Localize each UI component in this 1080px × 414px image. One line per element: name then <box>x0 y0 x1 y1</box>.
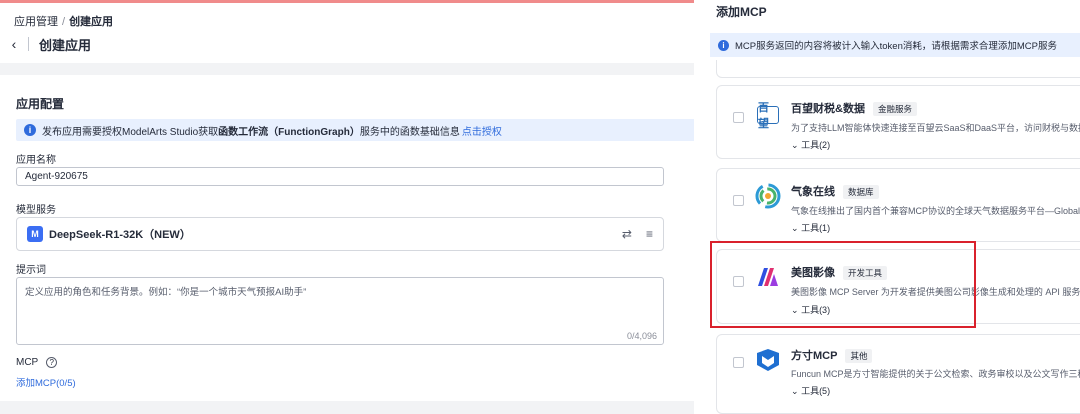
highlight-box <box>710 241 976 328</box>
breadcrumb: 应用管理 / 创建应用 <box>14 13 113 29</box>
mcp-item-name: 方寸MCP <box>791 350 838 362</box>
auth-notice-bold: 函数工作流（FunctionGraph） <box>218 126 360 138</box>
drawer-notice: i MCP服务返回的内容将被计入输入token消耗，请根据需求合理添加MCP服务 <box>710 33 1080 57</box>
authorize-link[interactable]: 点击授权 <box>462 123 502 138</box>
mcp-checkbox[interactable] <box>733 112 744 123</box>
model-label: 模型服务 <box>16 205 56 216</box>
drawer-notice-text: MCP服务返回的内容将被计入输入token消耗，请根据需求合理添加MCP服务 <box>735 41 1057 52</box>
mcp-item-tag: 金融服务 <box>872 102 917 116</box>
chevron-down-icon: ⌄ <box>791 386 799 396</box>
model-selector[interactable]: M DeepSeek-R1-32K（NEW） ⇄ ≡ <box>16 217 664 251</box>
mcp-label-row: MCP? <box>16 357 58 369</box>
mcp-item-name: 气象在线 <box>791 186 835 198</box>
mcp-item-name: 百望财税&数据 <box>791 103 865 115</box>
help-icon[interactable]: ? <box>46 357 58 368</box>
mcp-item-title: 百望财税&数据 金融服务 <box>791 100 917 116</box>
auth-notice-pre: 发布应用需要授权ModelArts Studio获取 <box>42 126 219 138</box>
mcp-list: 百望 百望财税&数据 金融服务 为了支持LLM智能体快速连接至百望云SaaS和Da… <box>716 60 1080 414</box>
mcp-item[interactable]: 百望 百望财税&数据 金融服务 为了支持LLM智能体快速连接至百望云SaaS和Da… <box>716 85 1080 159</box>
mcp-item-desc: Funcun MCP是方寸智能提供的关于公文检索、政务审校以及公文写作三种场景的… <box>791 369 1080 379</box>
page-header: 应用管理 / 创建应用 ‹ 创建应用 <box>0 3 694 63</box>
mcp-label: MCP <box>16 357 39 369</box>
breadcrumb-separator: / <box>62 16 66 28</box>
baiwang-logo-icon: 百望 <box>757 102 779 130</box>
auth-notice: i 发布应用需要授权ModelArts Studio获取 函数工作流（Functi… <box>16 119 706 141</box>
prompt-char-count: 0/4,096 <box>626 331 657 341</box>
auth-notice-post: 服务中的函数基础信息 <box>359 126 460 138</box>
mcp-checkbox[interactable] <box>733 357 744 368</box>
prompt-label: 提示词 <box>16 265 46 276</box>
mcp-item[interactable]: 气象在线 数据库 气象在线推出了国内首个兼容MCP协议的全球天气数据服务平台—Gl… <box>716 168 1080 242</box>
mcp-item-tag: 数据库 <box>843 185 879 199</box>
funcun-logo-icon <box>755 347 781 373</box>
mcp-item-tools-label: 工具(2) <box>801 140 831 150</box>
app-name-input[interactable]: Agent-920675 <box>16 167 664 186</box>
mcp-item-tools-label: 工具(5) <box>801 386 831 396</box>
drawer-title: 添加MCP <box>716 5 767 19</box>
mcp-item-desc: 为了支持LLM智能体快速连接至百望云SaaS和DaaS平台，访问财税与数据智能驱 <box>791 123 1080 133</box>
prompt-textarea[interactable]: 定义应用的角色和任务背景。例如：“你是一个城市天气预报AI助手” 0/4,096 <box>16 277 664 345</box>
add-mcp-link[interactable]: 添加MCP(0/5) <box>16 375 76 389</box>
create-app-page: 应用管理 / 创建应用 ‹ 创建应用 应用配置 i 发布应用需要授权ModelArt… <box>0 3 706 414</box>
title-divider <box>28 37 29 51</box>
info-icon: i <box>24 124 36 136</box>
page-title: 创建应用 <box>39 37 92 53</box>
mcp-item-title: 方寸MCP 其他 <box>791 347 873 363</box>
section-title: 应用配置 <box>16 97 65 111</box>
breadcrumb-current: 创建应用 <box>69 16 114 28</box>
mcp-item-tools[interactable]: ⌄ 工具(5) <box>791 384 830 397</box>
mcp-item-title: 气象在线 数据库 <box>791 183 879 199</box>
deepseek-logo-icon: M <box>27 226 43 242</box>
app-name-label: 应用名称 <box>16 155 56 166</box>
mcp-item-tools-label: 工具(1) <box>801 223 831 233</box>
mcp-checkbox[interactable] <box>733 195 744 206</box>
app-config-card: 应用配置 i 发布应用需要授权ModelArts Studio获取 函数工作流（F… <box>0 75 706 401</box>
mcp-item-tools[interactable]: ⌄ 工具(2) <box>791 138 830 151</box>
mcp-item-tag: 其他 <box>845 349 873 363</box>
info-icon: i <box>718 39 729 51</box>
add-mcp-drawer: 添加MCP i MCP服务返回的内容将被计入输入token消耗，请根据需求合理添… <box>694 0 1080 414</box>
mcp-item-desc: 气象在线推出了国内首个兼容MCP协议的全球天气数据服务平台—Global Wea… <box>791 206 1080 216</box>
settings-sliders-icon[interactable]: ≡ <box>646 227 653 241</box>
prompt-placeholder: 定义应用的角色和任务背景。例如：“你是一个城市天气预报AI助手” <box>25 287 307 298</box>
back-arrow-icon[interactable]: ‹ <box>6 36 22 52</box>
breadcrumb-parent[interactable]: 应用管理 <box>14 16 58 28</box>
model-tools: ⇄ ≡ <box>622 227 653 241</box>
model-name: DeepSeek-R1-32K（NEW） <box>49 229 191 241</box>
title-row: ‹ 创建应用 <box>6 35 91 53</box>
chevron-down-icon: ⌄ <box>791 223 799 233</box>
switch-icon[interactable]: ⇄ <box>622 227 632 241</box>
mcp-item[interactable]: 方寸MCP 其他 Funcun MCP是方寸智能提供的关于公文检索、政务审校以及公… <box>716 334 1080 414</box>
chevron-down-icon: ⌄ <box>791 140 799 150</box>
mcp-item-partial <box>716 60 1080 78</box>
mcp-item-tools[interactable]: ⌄ 工具(1) <box>791 221 830 234</box>
weather-swirl-logo-icon <box>755 183 781 209</box>
